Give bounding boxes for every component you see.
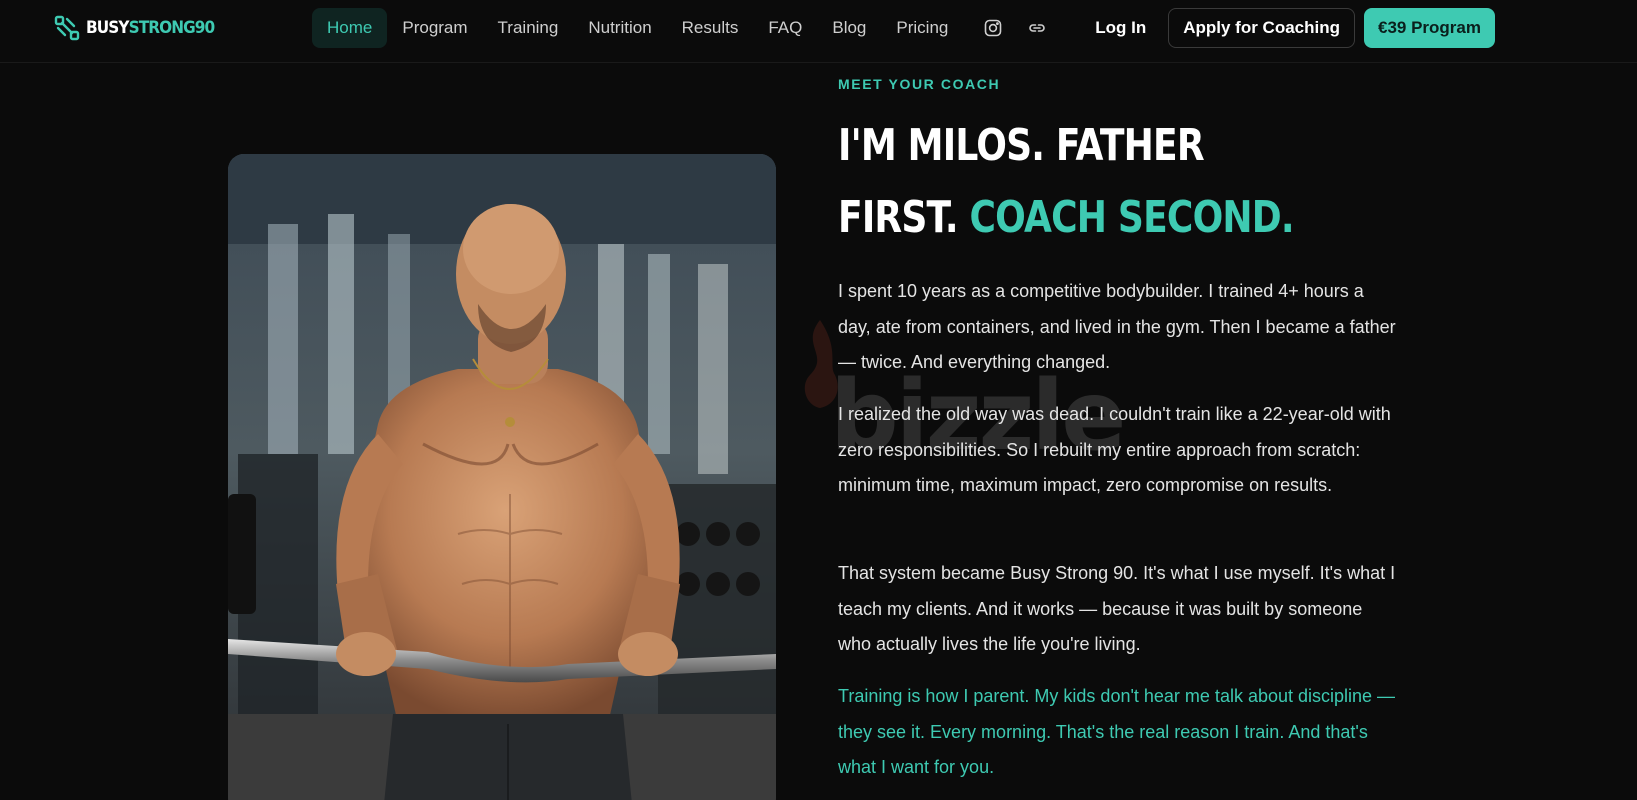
nav-actions: Log In Apply for Coaching €39 Program <box>975 8 1495 48</box>
bio-paragraph-3: That system became Busy Strong 90. It's … <box>838 563 1396 654</box>
section-headline: I'M MILOS. FATHER FIRST. COACH SECOND. <box>838 110 1297 254</box>
headline-line-1: I'M MILOS. FATHER <box>838 120 1205 171</box>
instagram-icon[interactable] <box>975 10 1011 46</box>
top-navigation: BUSYSTRONG90 Home Program Training Nutri… <box>0 0 1637 63</box>
coach-portrait-image <box>228 154 776 800</box>
program-purchase-button[interactable]: €39 Program <box>1364 8 1495 48</box>
nav-results[interactable]: Results <box>667 8 754 48</box>
dumbbell-logo-icon <box>54 15 80 41</box>
main-menu: Home Program Training Nutrition Results … <box>312 8 963 48</box>
nav-training[interactable]: Training <box>483 8 574 48</box>
nav-nutrition[interactable]: Nutrition <box>573 8 666 48</box>
brand-logo[interactable]: BUSYSTRONG90 <box>54 14 229 42</box>
login-link[interactable]: Log In <box>1075 8 1166 48</box>
apply-for-coaching-button[interactable]: Apply for Coaching <box>1168 8 1355 48</box>
section-eyebrow: MEET YOUR COACH <box>838 76 1001 92</box>
brand-wordmark: BUSYSTRONG90 <box>86 18 215 38</box>
coach-photo <box>228 154 776 800</box>
nav-program[interactable]: Program <box>387 8 482 48</box>
nav-faq[interactable]: FAQ <box>753 8 817 48</box>
nav-pricing[interactable]: Pricing <box>881 8 963 48</box>
nav-home[interactable]: Home <box>312 8 388 48</box>
bio-paragraph-2: I realized the old way was dead. I could… <box>838 404 1391 495</box>
bio-paragraph-1: I spent 10 years as a competitive bodybu… <box>838 281 1396 372</box>
nav-blog[interactable]: Blog <box>817 8 881 48</box>
link-icon[interactable] <box>1019 10 1055 46</box>
coach-quote: Training is how I parent. My kids don't … <box>838 686 1396 777</box>
headline-line-2-teal: COACH SECOND. <box>969 192 1295 243</box>
headline-line-2-white: FIRST. <box>838 192 959 243</box>
